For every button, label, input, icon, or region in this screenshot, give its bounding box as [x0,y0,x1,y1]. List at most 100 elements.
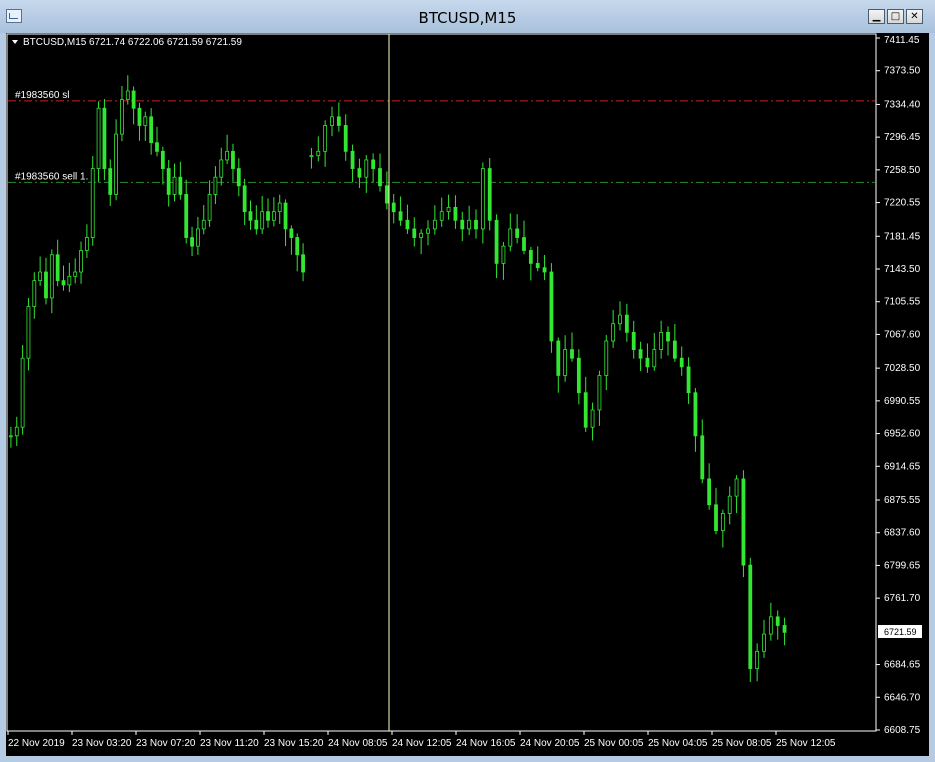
candle-body [108,168,113,195]
price-tick-label: 6990.55 [884,396,921,407]
time-tick-label: 23 Nov 11:20 [200,738,259,749]
candle-body [295,237,300,256]
candle-body [219,159,224,178]
order-lines: #1983560 sl #1983560 sell 1. [8,90,875,183]
candle-body [432,219,437,230]
candle-body [114,133,118,195]
time-tick-label: 25 Nov 04:05 [648,738,708,749]
candle-body [231,150,235,169]
candle-body [9,435,13,438]
candle-body [672,340,677,359]
candle-body [67,275,72,286]
price-chart[interactable]: #1983560 sl #1983560 sell 1. 7411.45 7373.… [6,33,929,756]
candle-body [143,116,148,126]
price-tick-label: 7258.50 [884,165,921,176]
time-tick-label: 24 Nov 08:05 [328,738,388,749]
candle-body [426,228,430,234]
time-tick-label: 24 Nov 20:05 [520,738,580,749]
candle-body [90,168,95,238]
candle-body [666,331,670,342]
candle-body [309,155,314,158]
candle-body [652,349,657,368]
candle-body [508,228,513,247]
candle-body [350,150,355,169]
candle-body [201,219,206,230]
candle-body [371,159,376,169]
candle-body [474,219,478,230]
time-tick-label: 23 Nov 15:20 [264,738,324,749]
candle-body [357,168,362,178]
current-price-label: 6721.59 [884,627,917,637]
time-tick-label: 25 Nov 12:05 [776,738,836,749]
price-tick-label: 6952.60 [884,429,921,440]
candle-body [184,194,189,238]
time-tick-label: 22 Nov 2019 [8,738,65,749]
candle-body [301,254,305,273]
candle-body [501,245,506,264]
candle-body [720,512,725,532]
candle-body [20,357,25,428]
candle-body [236,168,241,187]
time-axis[interactable]: 22 Nov 2019 23 Nov 03:20 23 Nov 07:20 23 No… [7,731,836,749]
candle-body [782,625,787,633]
candle-body [391,202,396,213]
candle-body [137,107,142,126]
candle-body [378,168,382,187]
candle-body [160,150,165,169]
candle-body [570,349,574,359]
candle-body [707,478,712,506]
price-tick-label: 6684.65 [884,660,921,671]
candle-body [120,99,124,135]
candle-body [611,323,616,342]
candle-body [343,125,348,152]
candle-body [700,435,705,480]
candle-body [149,116,154,144]
candle-body [102,107,107,169]
time-tick-label: 24 Nov 16:05 [456,738,516,749]
candle-body [604,340,609,376]
candle-body [49,254,54,299]
candle-body [260,211,265,230]
candle-body [254,219,259,230]
candle-body [330,116,334,126]
price-tick-label: 6914.65 [884,461,921,472]
candle-body [44,271,48,299]
chart-header-dropdown-icon[interactable] [12,40,18,44]
candle-body [316,150,321,157]
candle-body [638,349,643,359]
candle-body [597,375,602,411]
candle-body [460,219,465,230]
price-tick-label: 6608.75 [884,725,921,736]
candle-body [487,168,492,221]
minimize-button[interactable]: ▁ [868,9,885,24]
time-tick-label: 23 Nov 03:20 [72,738,132,749]
maximize-button[interactable]: □ [887,9,904,24]
close-button[interactable]: ✕ [906,9,923,24]
candle-body [775,616,780,626]
candle-body [32,280,37,307]
candle-body [659,331,664,351]
candle-body [583,392,588,428]
title-bar[interactable]: BTCUSD,M15 ▁ □ ✕ [0,0,935,33]
candle-body [419,232,424,238]
chart-canvas[interactable]: #1983560 sl #1983560 sell 1. 7411.45 7373.… [6,33,929,756]
candle-body [645,357,650,368]
candles [9,75,787,683]
price-tick-label: 7296.45 [884,132,921,143]
window-title: BTCUSD,M15 [418,9,517,27]
candle-body [556,340,561,376]
price-tick-label: 7028.50 [884,363,921,374]
price-tick-label: 6799.65 [884,560,921,571]
candle-body [734,478,739,497]
candle-body [494,219,499,264]
candle-body [686,366,691,394]
candle-body [768,616,773,635]
candle-body [762,633,766,652]
candle-body [125,90,130,100]
candle-body [336,116,341,126]
price-tick-label: 6875.55 [884,495,921,506]
candle-body [323,125,328,152]
candle-body [289,228,294,238]
candle-body [522,237,526,251]
candle-body [576,357,581,394]
